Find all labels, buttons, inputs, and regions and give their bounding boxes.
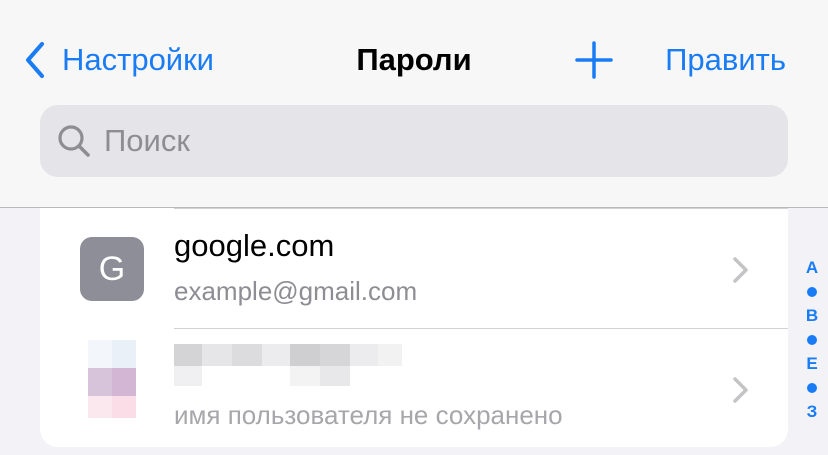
search-icon [58, 125, 90, 157]
index-dot [807, 335, 817, 345]
row-divider [174, 328, 788, 329]
username: example@gmail.com [174, 276, 418, 306]
navigation-header: Настройки Пароли Править [0, 0, 828, 208]
edit-button[interactable]: Править [665, 40, 786, 80]
add-password-button[interactable] [574, 40, 614, 80]
index-letter-b[interactable]: B [806, 306, 818, 326]
username: имя пользователя не сохранено [174, 400, 563, 430]
index-dot [807, 287, 817, 297]
index-letter-z[interactable]: З [807, 402, 818, 422]
password-row-google[interactable]: G google.com example@gmail.com [40, 208, 788, 328]
chevron-right-icon [733, 257, 748, 283]
search-bar[interactable] [40, 105, 788, 177]
password-list: G google.com example@gmail.com имя польз… [40, 208, 788, 447]
index-dot [807, 383, 817, 393]
index-letter-e[interactable]: E [806, 354, 817, 374]
password-row-hidden[interactable]: имя пользователя не сохранено [40, 328, 788, 448]
plus-icon [575, 41, 613, 79]
site-name: google.com [174, 228, 335, 263]
row-divider [174, 208, 788, 209]
chevron-right-icon [733, 377, 748, 403]
index-letter-a[interactable]: A [806, 258, 818, 278]
site-avatar: G [80, 237, 144, 301]
section-index[interactable]: A B E З [798, 258, 826, 422]
search-input[interactable] [102, 122, 746, 160]
